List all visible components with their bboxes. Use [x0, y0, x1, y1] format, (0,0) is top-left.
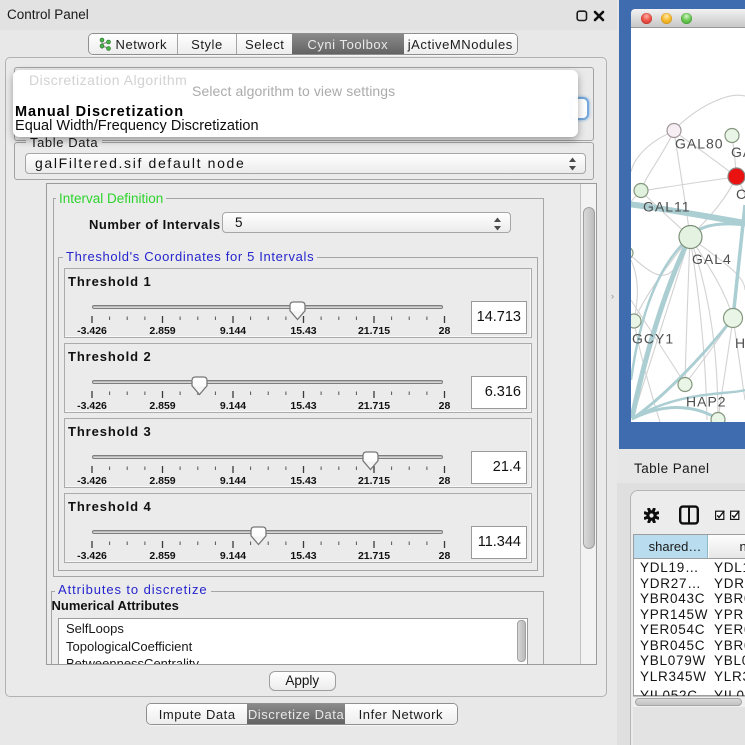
svg-text:H: H	[735, 335, 745, 351]
svg-text:GAL80: GAL80	[675, 136, 724, 152]
svg-text:GAL11: GAL11	[643, 199, 691, 215]
svg-text:HAP2: HAP2	[686, 394, 727, 410]
svg-text:GAL4: GAL4	[692, 251, 732, 267]
svg-text:C: C	[736, 186, 745, 202]
svg-text:GA: GA	[731, 144, 745, 160]
svg-text:GCY1: GCY1	[632, 331, 674, 347]
